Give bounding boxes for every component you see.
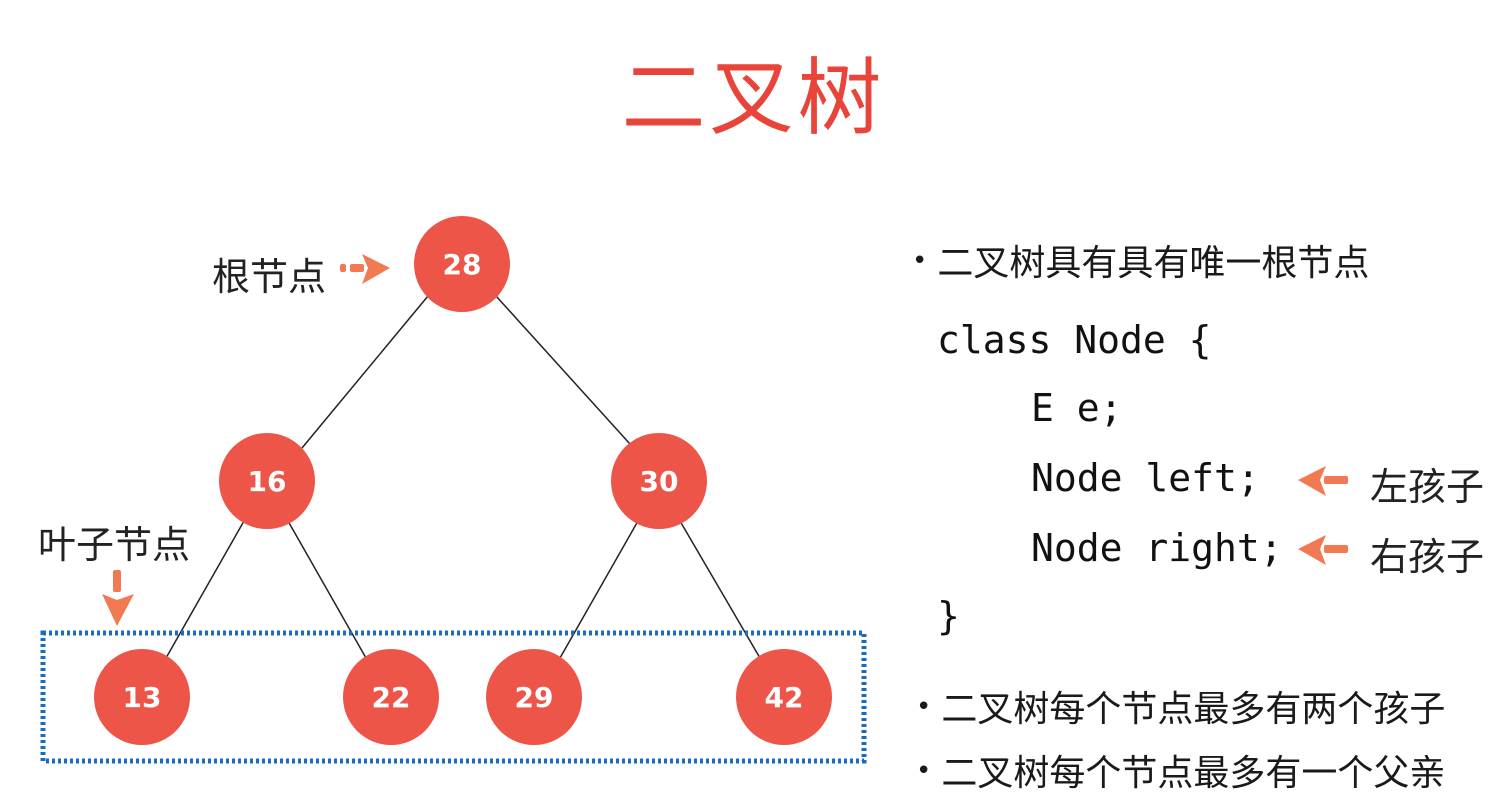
note-bullet-children: • 二叉树每个节点最多有两个孩子 [916,680,1445,732]
tree-node-30: 30 [611,433,707,529]
tree-node-22: 22 [343,649,439,745]
tree-node-42: 42 [736,649,832,745]
node-value: 16 [248,465,287,498]
bullet-dot-icon: • [912,246,928,276]
binary-tree-diagram: 28 16 30 13 22 29 42 [40,216,1348,764]
left-child-label: 左孩子 [1370,465,1485,509]
node-value: 30 [640,465,679,498]
code-field-left: Node left; [1031,456,1260,500]
node-value: 22 [372,681,411,714]
edge-16-22 [287,520,367,659]
arrow-down-icon [102,570,134,626]
note-bullet-root: • 二叉树具有具有唯一根节点 [912,234,1369,286]
note-text: 二叉树每个节点最多有两个孩子 [941,689,1446,730]
edge-28-16 [301,295,429,449]
slide: 二叉树 28 16 30 13 22 29 42 根节点 叶子节点 • 二叉树具… [0,0,1507,796]
code-close-brace: } [937,594,960,638]
note-text: 二叉树每个节点最多有一个父亲 [941,753,1446,794]
tree-node-13: 13 [94,649,190,745]
edge-28-30 [495,295,631,445]
bullet-dot-icon: • [916,692,932,722]
code-class-decl: class Node { [937,318,1212,362]
tree-node-28: 28 [414,216,510,312]
arrow-right-icon [340,254,390,284]
root-node-label: 根节点 [212,255,327,299]
node-value: 42 [765,681,804,714]
note-text: 二叉树具有具有唯一根节点 [937,243,1370,284]
node-value: 13 [123,681,162,714]
right-child-label: 右孩子 [1370,535,1485,579]
edge-30-42 [679,520,761,659]
tree-node-29: 29 [486,649,582,745]
bullet-dot-icon: • [916,756,932,786]
node-value: 29 [515,681,554,714]
edge-30-29 [559,520,639,659]
tree-node-16: 16 [219,433,315,529]
code-field-e: E e; [1031,386,1123,430]
node-value: 28 [443,248,482,281]
code-field-right: Node right; [1031,526,1283,570]
arrow-left-icon [1298,535,1348,565]
note-bullet-parent: • 二叉树每个节点最多有一个父亲 [916,744,1445,796]
leaf-node-label: 叶子节点 [38,523,191,567]
arrow-left-icon [1298,466,1348,496]
